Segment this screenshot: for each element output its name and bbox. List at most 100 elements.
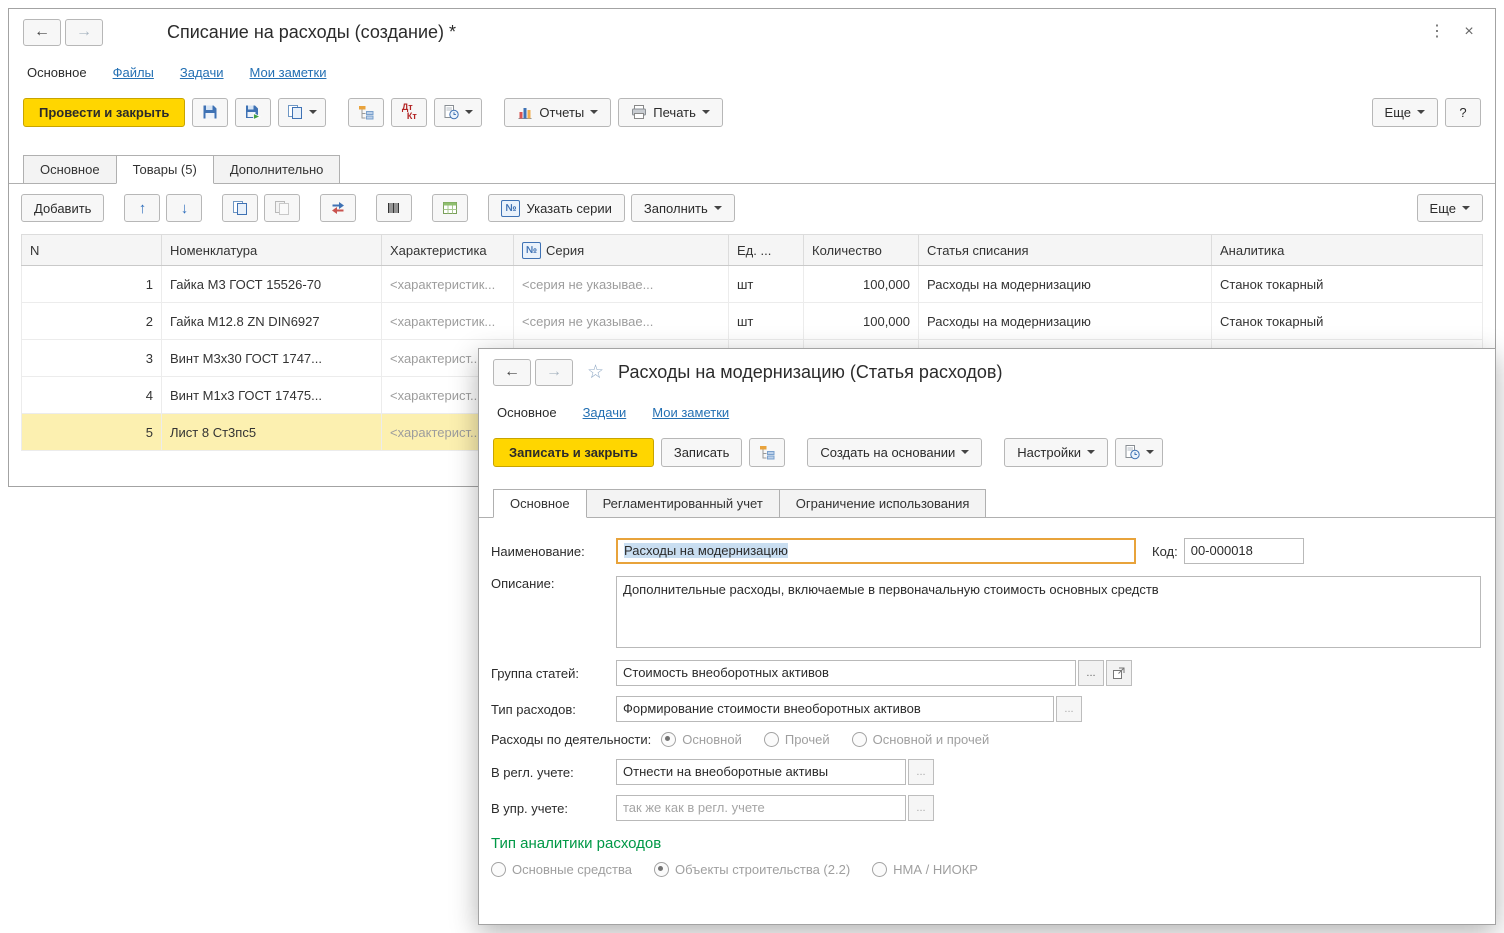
window-menu-button[interactable]: ⋮ — [1425, 20, 1449, 44]
radio-fixed-assets[interactable]: Основные средства — [491, 862, 632, 877]
debit-credit-button[interactable]: Дт Кт — [391, 97, 428, 127]
nav-tasks[interactable]: Задачи — [180, 65, 224, 80]
cell-nomenclature[interactable]: Гайка М12.8 ZN DIN6927 — [161, 302, 382, 340]
grid-more-button[interactable]: Еще — [1416, 194, 1483, 222]
fill-table-button[interactable] — [432, 194, 469, 222]
more-button[interactable]: Еще — [1371, 97, 1438, 127]
reg-accounting-select-button[interactable]: ... — [908, 759, 934, 785]
table-row[interactable]: 2 Гайка М12.8 ZN DIN6927 <характеристик.… — [21, 302, 1483, 340]
analytics-type-header: Тип аналитики расходов — [491, 835, 662, 852]
window-close-button[interactable]: × — [1457, 20, 1481, 44]
change-history-button[interactable] — [434, 97, 483, 127]
paste-row-button[interactable] — [264, 194, 301, 222]
cell-series[interactable]: <серия не указывае... — [513, 302, 729, 340]
subordination-structure-button[interactable] — [749, 437, 786, 467]
save-button[interactable]: Записать — [660, 437, 743, 467]
expense-type-input[interactable]: Формирование стоимости внеоборотных акти… — [616, 696, 1054, 722]
code-input[interactable]: 00-000018 — [1183, 538, 1304, 564]
col-unit[interactable]: Ед. ... — [728, 234, 804, 266]
cell-n[interactable]: 3 — [21, 339, 162, 377]
paste-icon — [274, 200, 290, 216]
nav-notes[interactable]: Мои заметки — [250, 65, 327, 80]
col-analytics[interactable]: Аналитика — [1211, 234, 1483, 266]
radio-activity-both[interactable]: Основной и прочей — [851, 732, 989, 747]
tab-main[interactable]: Основное — [23, 155, 117, 184]
cell-unit[interactable]: шт — [728, 302, 804, 340]
group-open-button[interactable] — [1106, 660, 1132, 686]
cell-n[interactable]: 2 — [21, 302, 162, 340]
cell-nomenclature[interactable]: Гайка М3 ГОСТ 15526-70 — [161, 265, 382, 303]
barcode-button[interactable] — [376, 194, 413, 222]
add-row-button[interactable]: Добавить — [21, 194, 105, 222]
table-row[interactable]: 1 Гайка М3 ГОСТ 15526-70 <характеристик.… — [21, 265, 1483, 303]
col-expense-item[interactable]: Статья списания — [918, 234, 1212, 266]
tab-goods[interactable]: Товары (5) — [115, 155, 214, 184]
group-input[interactable]: Стоимость внеоборотных активов — [616, 660, 1076, 686]
back-button[interactable]: ← — [493, 358, 531, 386]
post-button[interactable] — [235, 97, 272, 127]
move-down-button[interactable]: ↓ — [166, 194, 203, 222]
cell-nomenclature[interactable]: Винт М1х3 ГОСТ 17475... — [161, 376, 382, 414]
col-qty[interactable]: Количество — [803, 234, 919, 266]
radio-activity-main[interactable]: Основной — [661, 732, 742, 747]
save-button[interactable] — [192, 97, 229, 127]
save-and-close-button[interactable]: Записать и закрыть — [493, 437, 654, 467]
cell-expense-item[interactable]: Расходы на модернизацию — [918, 302, 1212, 340]
col-nomenclature[interactable]: Номенклатура — [161, 234, 382, 266]
selection-button[interactable] — [320, 194, 357, 222]
cell-n[interactable]: 1 — [21, 265, 162, 303]
subordination-structure-button[interactable] — [348, 97, 385, 127]
cell-nomenclature[interactable]: Винт М3х30 ГОСТ 1747... — [161, 339, 382, 377]
tab-usage-restriction[interactable]: Ограничение использования — [778, 489, 987, 518]
description-input[interactable]: Дополнительные расходы, включаемые в пер… — [616, 576, 1481, 648]
cell-n[interactable]: 5 — [21, 413, 162, 451]
cell-analytics[interactable]: Станок токарный — [1211, 265, 1483, 303]
cell-nomenclature[interactable]: Лист 8 Ст3пс5 — [161, 413, 382, 451]
mgmt-accounting-input[interactable]: так же как в регл. учете — [616, 795, 906, 821]
radio-activity-other[interactable]: Прочей — [763, 732, 830, 747]
tab-extra[interactable]: Дополнительно — [212, 155, 341, 184]
nav-main[interactable]: Основное — [497, 405, 557, 420]
mgmt-accounting-select-button[interactable]: ... — [908, 795, 934, 821]
name-input[interactable]: Расходы на модернизацию — [616, 538, 1136, 564]
cell-expense-item[interactable]: Расходы на модернизацию — [918, 265, 1212, 303]
cell-analytics[interactable]: Станок токарный — [1211, 302, 1483, 340]
reports-button[interactable]: Отчеты — [504, 97, 612, 127]
radio-construction-objects[interactable]: Объекты строительства (2.2) — [654, 862, 850, 877]
set-series-button[interactable]: № Указать серии — [488, 194, 625, 222]
settings-button[interactable]: Настройки — [1004, 437, 1109, 467]
copy-row-button[interactable] — [222, 194, 259, 222]
cell-unit[interactable]: шт — [728, 265, 804, 303]
cell-n[interactable]: 4 — [21, 376, 162, 414]
nav-files[interactable]: Файлы — [113, 65, 154, 80]
nav-tasks[interactable]: Задачи — [583, 405, 627, 420]
cell-series[interactable]: <серия не указывае... — [513, 265, 729, 303]
copy-create-button[interactable] — [278, 97, 327, 127]
help-button[interactable]: ? — [1445, 97, 1481, 127]
favorite-star-icon[interactable]: ☆ — [587, 361, 604, 384]
cell-characteristic[interactable]: <характеристик... — [381, 265, 514, 303]
col-series[interactable]: № Серия — [513, 234, 729, 266]
forward-button[interactable]: → — [65, 18, 103, 46]
create-based-on-button[interactable]: Создать на основании — [807, 437, 983, 467]
expense-type-select-button[interactable]: ... — [1056, 696, 1082, 722]
post-and-close-button[interactable]: Провести и закрыть — [23, 97, 186, 127]
radio-nma-niokr[interactable]: НМА / НИОКР — [872, 862, 978, 877]
move-up-button[interactable]: ↑ — [124, 194, 161, 222]
group-select-button[interactable]: ... — [1078, 660, 1104, 686]
cell-characteristic[interactable]: <характеристик... — [381, 302, 514, 340]
back-button[interactable]: ← — [23, 18, 61, 46]
reg-accounting-input[interactable]: Отнести на внеоборотные активы — [616, 759, 906, 785]
cell-qty[interactable]: 100,000 — [803, 302, 919, 340]
nav-main[interactable]: Основное — [27, 65, 87, 80]
cell-qty[interactable]: 100,000 — [803, 265, 919, 303]
col-characteristic[interactable]: Характеристика — [381, 234, 514, 266]
change-history-button[interactable] — [1115, 437, 1164, 467]
fill-button[interactable]: Заполнить — [630, 194, 735, 222]
print-button[interactable]: Печать — [618, 97, 723, 127]
col-n[interactable]: N — [21, 234, 162, 266]
forward-button[interactable]: → — [535, 358, 573, 386]
tab-main[interactable]: Основное — [493, 489, 587, 518]
nav-notes[interactable]: Мои заметки — [652, 405, 729, 420]
tab-regulated-accounting[interactable]: Регламентированный учет — [585, 489, 780, 518]
